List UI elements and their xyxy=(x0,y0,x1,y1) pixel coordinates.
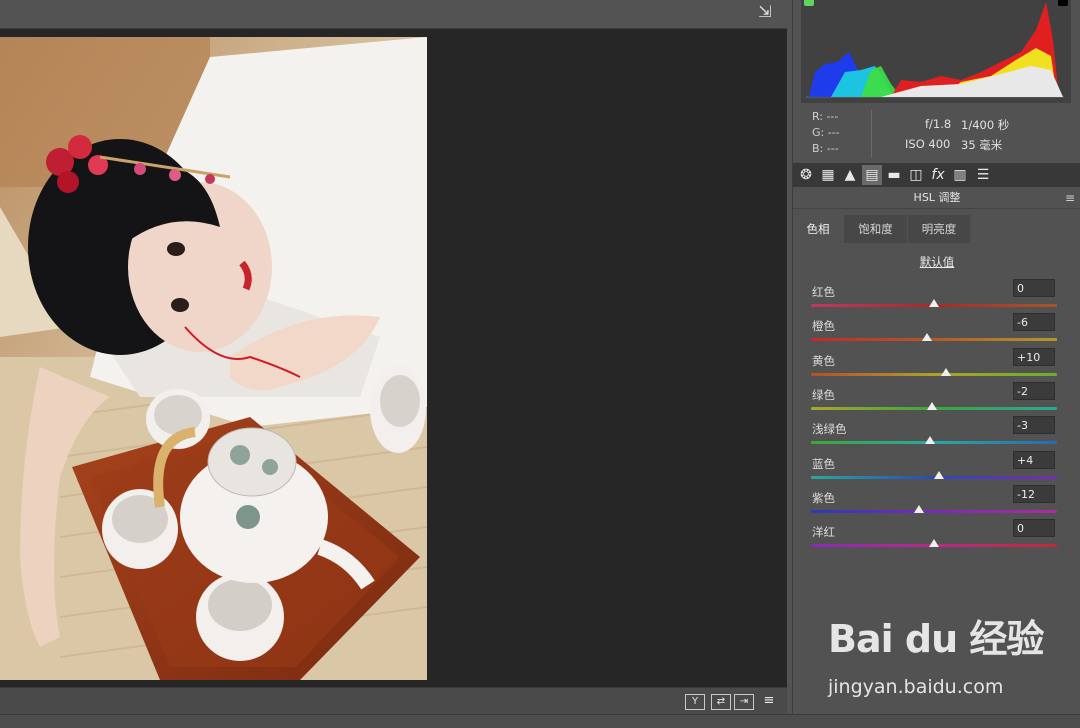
swap-settings-button[interactable]: ⇄ xyxy=(711,694,731,710)
iso-readout: ISO 400 xyxy=(905,137,951,151)
slider-label: 绿色 xyxy=(812,387,835,402)
adjustment-panel: R: --- G: --- B: --- f/1.8 1/400 秒 ISO 4… xyxy=(792,0,1080,714)
aperture-readout: f/1.8 xyxy=(925,117,952,131)
slider-value-field[interactable]: -6 xyxy=(1013,313,1055,332)
blue-readout: B: --- xyxy=(812,142,839,155)
mountains-icon[interactable]: ▲ xyxy=(840,165,860,185)
watermark: Bai du 经验 jingyan.baidu.com xyxy=(828,608,1068,704)
focal-length-readout: 35 毫米 xyxy=(961,138,1003,152)
photo-preview xyxy=(0,37,427,680)
hsl-title: HSL 调整 xyxy=(913,191,961,204)
slider-thumb[interactable] xyxy=(941,367,952,376)
watermark-logo: Bai du 经验 xyxy=(828,617,1044,661)
default-label[interactable]: 默认值 xyxy=(920,255,955,269)
photo-image xyxy=(0,37,427,680)
slider-value-field[interactable]: +4 xyxy=(1013,450,1055,469)
slider-value-field[interactable]: -3 xyxy=(1013,416,1055,435)
shutter-readout: 1/400 秒 xyxy=(961,118,1010,132)
histogram-graph xyxy=(806,2,1064,98)
info-divider xyxy=(871,110,872,158)
watermark-url: jingyan.baidu.com xyxy=(828,676,1004,698)
slider-label: 浅绿色 xyxy=(812,422,847,437)
slider-row: 洋红 0 xyxy=(793,519,1080,558)
export-icon[interactable]: ⇲ xyxy=(755,2,775,22)
copy-settings-button[interactable]: ⇥ xyxy=(734,694,754,710)
top-toolbar: ⇲ xyxy=(0,0,787,29)
before-after-y-button[interactable]: Y xyxy=(685,694,705,710)
slider-thumb[interactable] xyxy=(929,299,939,307)
tab-saturation[interactable]: 饱和度 xyxy=(844,215,907,243)
highlight-clipping-toggle[interactable] xyxy=(1058,0,1068,6)
shadow-clipping-toggle[interactable] xyxy=(804,0,814,6)
preview-canvas xyxy=(0,29,787,687)
image-info: R: --- G: --- B: --- f/1.8 1/400 秒 ISO 4… xyxy=(793,106,1080,162)
slider-label: 黄色 xyxy=(812,353,835,368)
status-bar xyxy=(0,714,1080,728)
panel-menu-icon[interactable]: ≡ xyxy=(1065,188,1075,208)
slider-track[interactable] xyxy=(811,509,1057,513)
default-link[interactable]: 默认值 xyxy=(793,254,1080,270)
hsl-icon[interactable]: ▤ xyxy=(862,165,882,185)
slider-value-field[interactable]: -2 xyxy=(1013,381,1055,400)
panel-tabs-toolbar: ❂ ▦ ▲ ▤ ▬ ◫ fx ▥ ☰ xyxy=(793,163,1080,187)
tone-curve-icon[interactable]: ▦ xyxy=(818,165,838,185)
slider-value-field[interactable]: -12 xyxy=(1013,484,1055,503)
sliders-icon[interactable]: ☰ xyxy=(973,165,993,185)
split-toning-icon[interactable]: ▬ xyxy=(884,165,904,185)
bottom-toolbar: Y ⇄ ⇥ ≡ xyxy=(0,687,787,715)
slider-track[interactable] xyxy=(811,338,1057,342)
preview-preferences-icon[interactable]: ≡ xyxy=(760,694,778,708)
slider-value-field[interactable]: 0 xyxy=(1013,519,1055,538)
tab-hue[interactable]: 色相 xyxy=(793,215,843,243)
slider-label: 紫色 xyxy=(812,490,835,505)
slider-thumb[interactable] xyxy=(921,333,932,342)
slider-value-field[interactable]: 0 xyxy=(1013,279,1055,297)
green-readout: G: --- xyxy=(812,126,840,139)
fx-icon[interactable]: fx xyxy=(928,165,948,185)
tab-luminance[interactable]: 明亮度 xyxy=(908,215,970,243)
hsl-tabs: 色相 饱和度 明亮度 xyxy=(793,215,1080,243)
slider-label: 蓝色 xyxy=(812,456,835,471)
lens-icon[interactable]: ◫ xyxy=(906,165,926,185)
section-title: HSL 调整 ≡ xyxy=(793,188,1080,209)
slider-label: 橙色 xyxy=(812,319,835,334)
slider-value-field[interactable]: +10 xyxy=(1013,347,1055,366)
film-icon[interactable]: ▥ xyxy=(950,165,970,185)
slider-label: 红色 xyxy=(812,285,835,299)
slider-label: 洋红 xyxy=(812,525,835,540)
slider-thumb[interactable] xyxy=(925,436,936,445)
aperture-icon[interactable]: ❂ xyxy=(796,165,816,185)
slider-thumb[interactable] xyxy=(926,401,937,410)
histogram xyxy=(801,0,1071,103)
slider-thumb[interactable] xyxy=(929,539,939,548)
red-readout: R: --- xyxy=(812,110,839,123)
slider-track[interactable] xyxy=(811,372,1057,376)
slider-thumb[interactable] xyxy=(914,504,925,513)
slider-thumb[interactable] xyxy=(933,470,944,479)
